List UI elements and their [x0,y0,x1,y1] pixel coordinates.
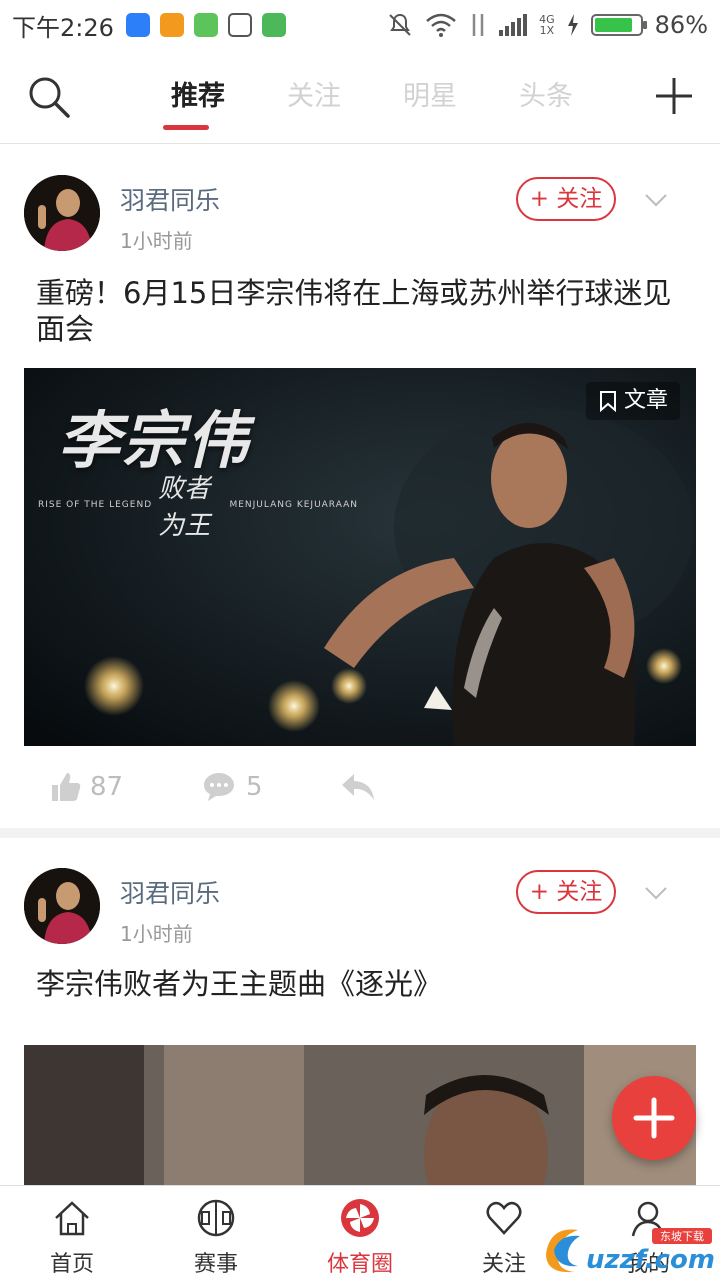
feed-post[interactable]: 羽君同乐 1小时前 + 关注 重磅！6月15日李宗伟将在上海或苏州举行球迷见面会 [0,145,720,828]
charging-icon [567,14,578,36]
feed[interactable]: 羽君同乐 1小时前 + 关注 重磅！6月15日李宗伟将在上海或苏州举行球迷见面会 [0,145,720,1185]
post-actions: 87 5 [0,757,720,817]
cover-title-text: 李宗伟 [58,404,251,477]
post-time: 1小时前 [120,229,193,253]
plus-icon [633,1097,675,1139]
bottom-tab-sports-circle[interactable]: 体育圈 [288,1186,432,1280]
post-video-cover[interactable] [24,1045,696,1185]
status-bar: 下午2:26 4G 1X 86% [0,0,720,50]
chevron-down-icon[interactable] [644,193,668,207]
heart-icon [486,1201,522,1235]
comment-button[interactable]: 5 [202,771,263,803]
post-headline[interactable]: 重磅！6月15日李宗伟将在上海或苏州举行球迷见面会 [36,275,696,347]
post-cover-image[interactable]: 李宗伟 RISE OF THE LEGEND 败者为王 MENJULANG KE… [24,368,696,746]
video-artwork [24,1045,696,1185]
article-tag: 文章 [585,382,680,420]
author-name[interactable]: 羽君同乐 [120,181,220,217]
android-app-icon [261,13,286,37]
comment-icon [204,773,234,801]
floating-add-button[interactable] [612,1076,696,1160]
plus-icon[interactable] [654,76,694,116]
network-type: 4G 1X [539,13,555,37]
site-watermark: 东坡下载 uzzf.com [540,1220,716,1280]
court-icon [197,1199,235,1237]
post-separator [0,828,720,838]
share-button[interactable] [340,772,376,802]
tab-following[interactable]: 关注 [256,50,372,144]
chevron-down-icon[interactable] [644,886,668,900]
wifi-icon [426,13,456,37]
follow-button[interactable]: + 关注 [516,870,616,914]
tab-headlines[interactable]: 头条 [488,50,604,144]
search-icon[interactable] [26,74,72,120]
tab-recommend[interactable]: 推荐 [140,50,256,144]
square-app-icon [227,13,252,37]
watermark-text: uzzf.com [586,1245,715,1275]
uzzf-logo: 东坡下载 uzzf.com [546,1228,715,1275]
active-tab-indicator [163,125,209,130]
post-headline[interactable]: 李宗伟败者为王主题曲《逐光》 [36,966,696,1002]
top-nav: 推荐 关注 明星 头条 [0,50,720,144]
follow-button[interactable]: + 关注 [516,177,616,221]
like-button[interactable]: 87 [48,770,123,804]
pinwheel-icon [341,1199,379,1237]
post-time: 1小时前 [120,922,193,946]
tab-stars[interactable]: 明星 [372,50,488,144]
status-time: 下午2:26 [12,13,114,42]
battery-percent: 86% [654,11,708,39]
bottom-tab-home[interactable]: 首页 [0,1186,144,1280]
channel-tabs: 推荐 关注 明星 头条 [140,50,604,144]
bottom-tab-events[interactable]: 赛事 [144,1186,288,1280]
signal-icon [499,14,528,36]
watermark-sub: 东坡下载 [660,1230,704,1243]
battery-app-icon [193,13,218,37]
mute-icon [389,13,411,36]
bookmark-icon [599,391,616,412]
uc-app-icon [159,13,184,37]
shield-app-icon [125,13,150,37]
thumbs-up-icon [52,773,81,801]
avatar[interactable] [24,868,100,944]
avatar[interactable] [24,175,100,251]
battery-icon [590,14,647,36]
data-transfer-icon [472,14,484,36]
author-name[interactable]: 羽君同乐 [120,874,220,910]
cover-subtitle: RISE OF THE LEGEND 败者为王 MENJULANG KEJUAR… [38,474,358,541]
share-icon [342,774,374,800]
home-icon [55,1201,89,1236]
